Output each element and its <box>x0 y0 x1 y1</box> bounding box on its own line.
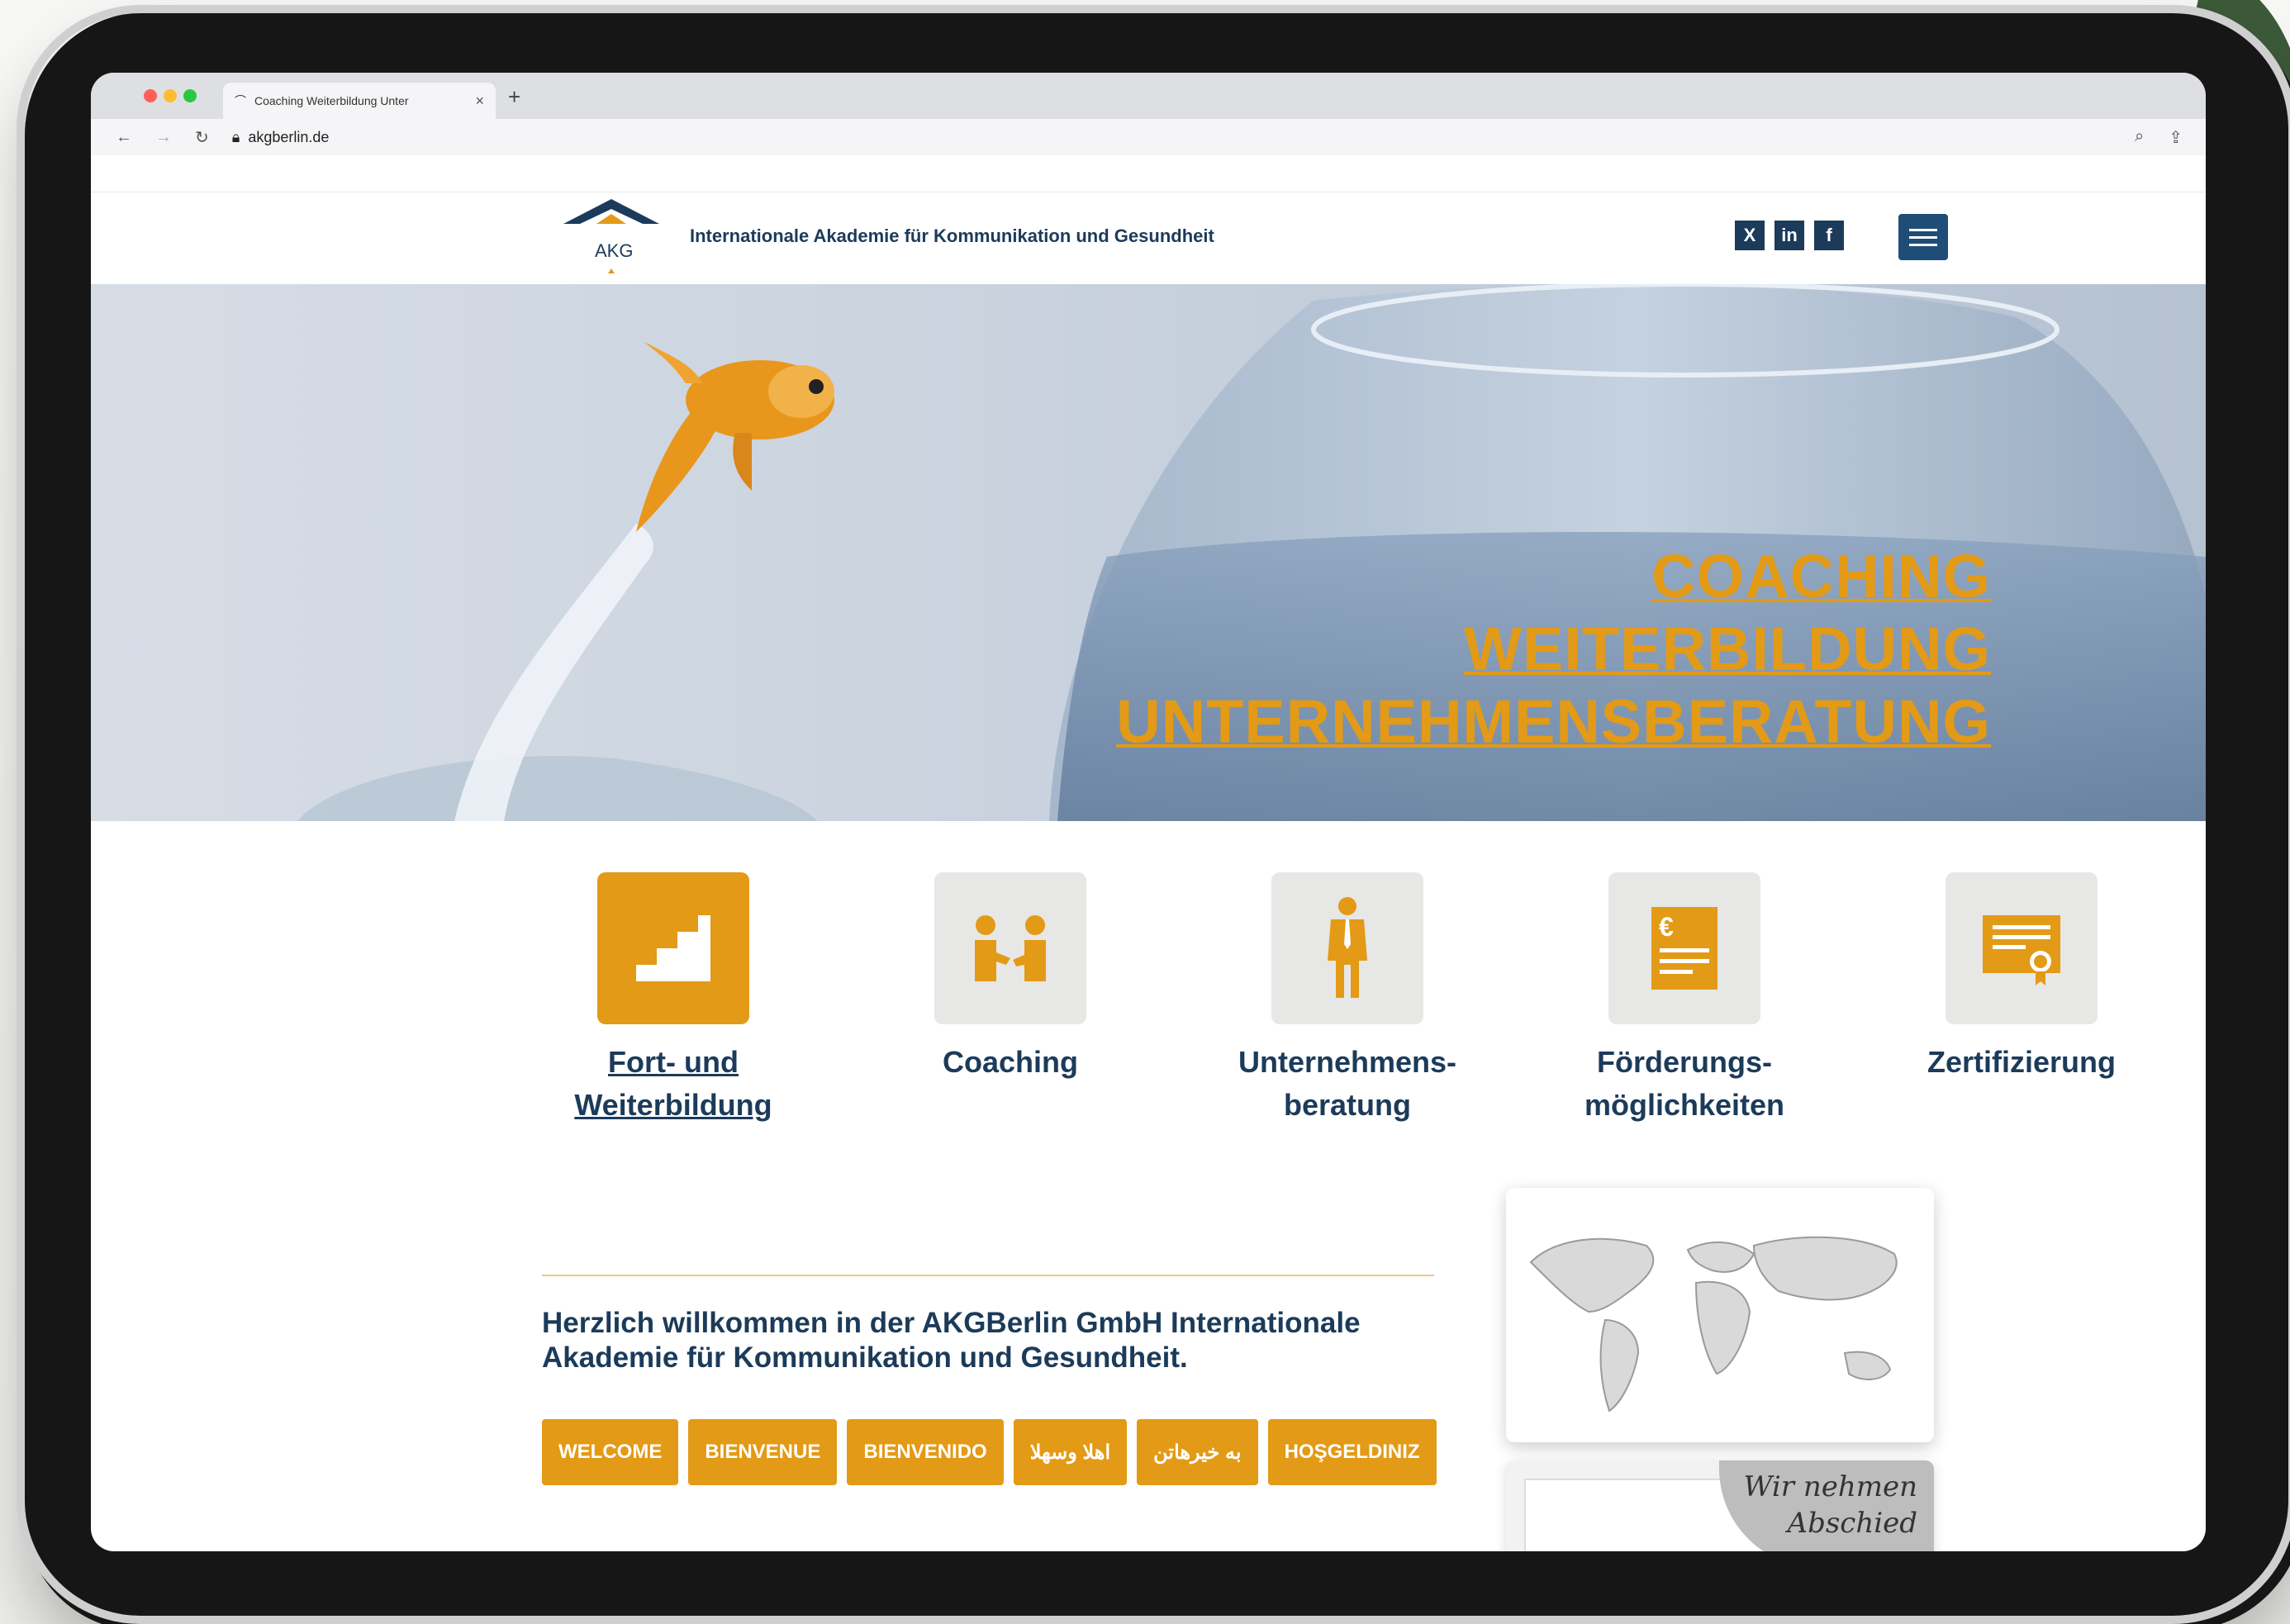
category-unternehmensberatung[interactable]: Unternehmens- beratung <box>1238 872 1456 1127</box>
lang-button-bienvenue[interactable]: BIENVENUE <box>688 1419 838 1485</box>
lang-button-kurdish[interactable]: به خیرهاتن <box>1137 1419 1258 1485</box>
minimize-window-button[interactable] <box>164 89 177 102</box>
forward-icon[interactable]: → <box>155 128 172 147</box>
category-label-line1: Coaching <box>942 1045 1078 1079</box>
service-categories: Fort- und Weiterbildung Coaching Unterne… <box>570 872 2125 1127</box>
unternehmensberatung-link[interactable]: UNTERNEHMENSBERATUNG <box>1116 686 1991 758</box>
category-label-line1: Unternehmens- <box>1238 1045 1457 1079</box>
browser-chrome: ⌒ Coaching Weiterbildung Unter × + ← → ↻… <box>91 73 2206 155</box>
welcome-heading: Herzlich willkommen in der AKGBerlin Gmb… <box>542 1307 1361 1374</box>
facebook-icon[interactable]: f <box>1814 221 1844 250</box>
photo-background: ⌒ Coaching Weiterbildung Unter × + ← → ↻… <box>0 0 2290 1624</box>
lock-icon: 🔒︎ <box>231 128 240 145</box>
zoom-icon[interactable]: ⌕ <box>2135 127 2144 148</box>
euro-document-icon[interactable]: € <box>1608 872 1760 1024</box>
note-line1: Wir nehmen <box>1743 1470 1917 1503</box>
logo-text: AKG <box>595 240 634 261</box>
lang-button-bienvenido[interactable]: BIENVENIDO <box>847 1419 1004 1485</box>
tab-title: Coaching Weiterbildung Unter <box>254 94 409 107</box>
tab-favicon-icon: ⌒ <box>235 94 246 107</box>
maximize-window-button[interactable] <box>183 89 197 102</box>
address-bar: ← → ↻ 🔒︎ akgberlin.de ⌕ ⇪ <box>91 119 2206 155</box>
handshake-icon[interactable] <box>934 872 1086 1024</box>
category-label-line1: Zertifizierung <box>1927 1045 2116 1079</box>
stairs-icon[interactable] <box>597 872 749 1024</box>
lang-button-arabic[interactable]: اهلا وسهلا <box>1013 1419 1128 1485</box>
close-tab-icon[interactable]: × <box>475 93 484 110</box>
close-window-button[interactable] <box>144 89 157 102</box>
farewell-notice-card[interactable]: Wir nehmen Abschied <box>1506 1460 1934 1551</box>
weiterbildung-link[interactable]: WEITERBILDUNG <box>1116 613 1991 686</box>
url-field[interactable]: 🔒︎ akgberlin.de <box>232 129 330 146</box>
certificate-icon[interactable] <box>1946 872 2098 1024</box>
businessman-icon[interactable] <box>1271 872 1423 1024</box>
category-coaching[interactable]: Coaching <box>907 872 1114 1127</box>
new-tab-button[interactable]: + <box>508 84 520 110</box>
category-label-line2[interactable]: Weiterbildung <box>574 1084 772 1127</box>
browser-tab[interactable]: ⌒ Coaching Weiterbildung Unter × <box>223 83 496 119</box>
linkedin-icon[interactable]: in <box>1775 221 1804 250</box>
reload-icon[interactable]: ↻ <box>195 127 209 148</box>
hero-banner: COACHING WEITERBILDUNG UNTERNEHMENSBERAT… <box>91 284 2206 821</box>
site-tagline[interactable]: Internationale Akademie für Kommunikatio… <box>690 226 1214 247</box>
world-map-image <box>1529 1236 1898 1413</box>
xing-icon[interactable]: X <box>1735 221 1765 250</box>
note-line2: Abschied <box>1787 1507 1917 1540</box>
section-divider <box>542 1275 1434 1276</box>
lang-button-welcome[interactable]: WELCOME <box>542 1419 679 1485</box>
world-map-card[interactable] <box>1506 1188 1934 1442</box>
coaching-link[interactable]: COACHING <box>1116 540 1991 613</box>
hero-headlines: COACHING WEITERBILDUNG UNTERNEHMENSBERAT… <box>1116 540 1991 758</box>
category-zertifizierung[interactable]: Zertifizierung <box>1918 872 2125 1127</box>
back-icon[interactable]: ← <box>116 128 132 147</box>
browser-window: ⌒ Coaching Weiterbildung Unter × + ← → ↻… <box>91 73 2206 1551</box>
language-buttons: WELCOME BIENVENUE BIENVENIDO اهلا وسهلا … <box>542 1419 1451 1485</box>
share-icon[interactable]: ⇪ <box>2169 127 2183 148</box>
category-label-line2: beratung <box>1284 1088 1412 1122</box>
hamburger-menu-button[interactable] <box>1898 214 1948 260</box>
category-label-line1[interactable]: Fort- und <box>574 1041 772 1084</box>
svg-text:€: € <box>1659 912 1674 942</box>
site-header: AKG Internationale Akademie für Kommunik… <box>91 192 2206 284</box>
lang-button-hosgeldiniz[interactable]: HOŞGELDINIZ <box>1267 1419 1437 1485</box>
category-foerderung[interactable]: € Förderungs- möglichkeiten <box>1581 872 1788 1127</box>
url-text: akgberlin.de <box>248 128 330 145</box>
category-fortbildung[interactable]: Fort- und Weiterbildung <box>570 872 777 1127</box>
category-label-line1: Förderungs- <box>1597 1045 1772 1079</box>
social-links: X in f <box>1735 221 1844 250</box>
category-label-line2: möglichkeiten <box>1584 1088 1785 1122</box>
akg-logo[interactable] <box>562 197 661 277</box>
